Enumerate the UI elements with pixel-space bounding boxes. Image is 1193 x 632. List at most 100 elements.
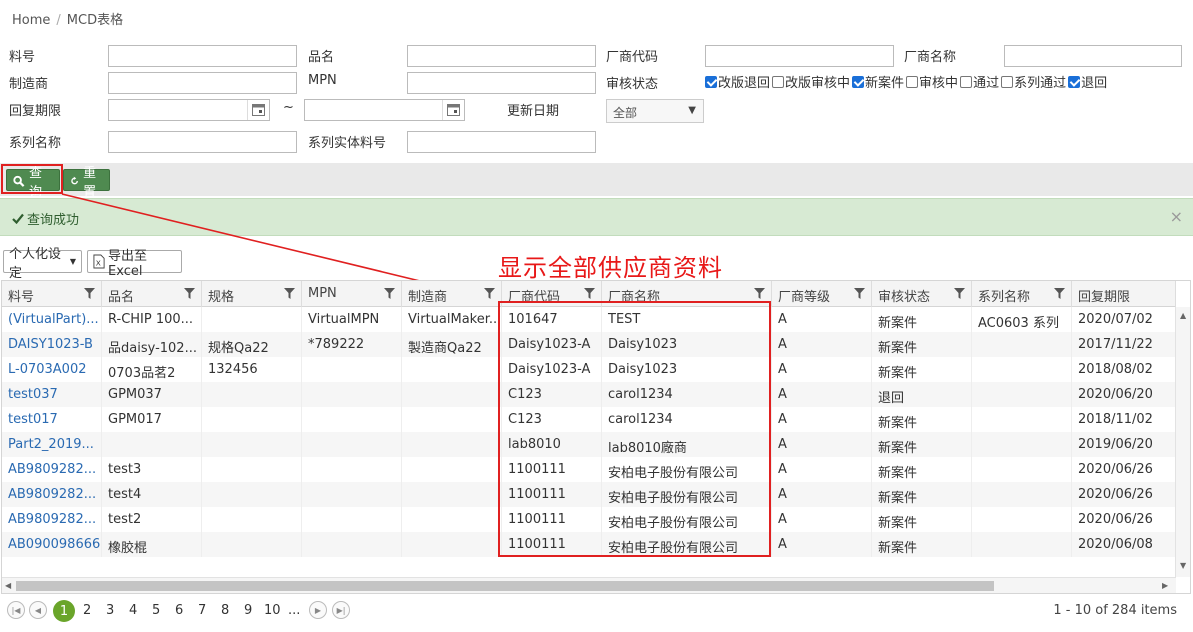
cell-product-name: 0703品茗2 [102,357,202,382]
cell-manufacturer [402,407,502,432]
cell-spec [202,457,302,482]
cell-mpn: *789222 [302,332,402,357]
cell-review-status: 新案件 [872,482,972,507]
cell-series-name [972,332,1072,357]
cell-mpn [302,407,402,432]
cell-part-no[interactable]: Part2_2019... [2,432,102,457]
filter-icon [1054,288,1065,299]
cell-mpn [302,432,402,457]
cell-spec [202,407,302,432]
cell-product-name: test3 [102,457,202,482]
cell-mpn [302,382,402,407]
page-2[interactable]: 2 [83,603,91,618]
cell-part-no[interactable]: AB9809282... [2,457,102,482]
cell-part-no[interactable]: L-0703A002 [2,357,102,382]
filter-icon [384,288,395,299]
cell-vendor-grade: A [772,357,872,382]
cell-reply-deadline: 2020/06/26 [1072,482,1176,507]
column-header-series-name[interactable]: 系列名称 [972,281,1072,307]
vertical-scrollbar[interactable]: ▲ ▼ [1175,307,1190,577]
cell-series-name: AC0603 系列 [972,307,1072,332]
scroll-down-icon[interactable]: ▼ [1180,561,1186,570]
cell-vendor-grade: A [772,332,872,357]
last-page-icon[interactable]: ▶| [332,601,350,619]
cell-manufacturer [402,482,502,507]
first-page-icon[interactable]: |◀ [7,601,25,619]
cell-mpn [302,482,402,507]
page-1[interactable]: 1 [53,600,75,622]
cell-series-name [972,507,1072,532]
page-more[interactable]: ... [288,603,300,618]
cell-part-no[interactable]: (VirtualPart)... [2,307,102,332]
page-4[interactable]: 4 [129,603,137,618]
cell-reply-deadline: 2020/06/26 [1072,457,1176,482]
cell-vendor-grade: A [772,482,872,507]
pagination: |◀ ◀ 1 2 3 4 5 6 7 8 9 10 ... ▶ ▶| 1 - 1… [0,596,1193,624]
cell-manufacturer: VirtualMaker... [402,307,502,332]
page-5[interactable]: 5 [152,603,160,618]
cell-reply-deadline: 2018/08/02 [1072,357,1176,382]
cell-reply-deadline: 2020/06/26 [1072,507,1176,532]
scroll-thumb[interactable] [16,581,994,591]
vendor-columns-highlight [498,301,771,557]
column-header-reply-deadline[interactable]: 回复期限 [1072,281,1176,307]
cell-vendor-grade: A [772,382,872,407]
cell-review-status: 新案件 [872,507,972,532]
cell-product-name: GPM037 [102,382,202,407]
column-header-part-no[interactable]: 料号 [2,281,102,307]
next-page-icon[interactable]: ▶ [309,601,327,619]
cell-series-name [972,432,1072,457]
cell-vendor-grade: A [772,507,872,532]
scroll-up-icon[interactable]: ▲ [1180,311,1186,320]
cell-spec [202,482,302,507]
cell-review-status: 新案件 [872,307,972,332]
filter-icon [284,288,295,299]
cell-spec: 132456 [202,357,302,382]
column-header-spec[interactable]: 规格 [202,281,302,307]
cell-part-no[interactable]: AB9809282... [2,482,102,507]
cell-part-no[interactable]: test037 [2,382,102,407]
cell-series-name [972,357,1072,382]
column-header-product-name[interactable]: 品名 [102,281,202,307]
cell-manufacturer [402,457,502,482]
column-header-review-status[interactable]: 审核状态 [872,281,972,307]
filter-icon [854,288,865,299]
column-header-manufacturer[interactable]: 制造商 [402,281,502,307]
cell-mpn [302,357,402,382]
filter-icon [754,288,765,299]
cell-spec [202,382,302,407]
page-9[interactable]: 9 [244,603,252,618]
column-header-vendor-grade[interactable]: 厂商等级 [772,281,872,307]
cell-part-no[interactable]: test017 [2,407,102,432]
horizontal-scrollbar[interactable]: ◀ ▶ [2,577,1176,593]
cell-mpn: VirtualMPN [302,307,402,332]
cell-reply-deadline: 2017/11/22 [1072,332,1176,357]
cell-series-name [972,407,1072,432]
cell-spec [202,432,302,457]
cell-mpn [302,532,402,557]
page-8[interactable]: 8 [221,603,229,618]
cell-review-status: 新案件 [872,532,972,557]
cell-vendor-grade: A [772,532,872,557]
cell-vendor-grade: A [772,457,872,482]
cell-series-name [972,532,1072,557]
cell-product-name: test2 [102,507,202,532]
scroll-left-icon[interactable]: ◀ [5,581,11,590]
filter-icon [84,288,95,299]
filter-icon [584,288,595,299]
cell-manufacturer [402,507,502,532]
scroll-right-icon[interactable]: ▶ [1162,581,1168,590]
page-10[interactable]: 10 [264,603,281,618]
page-7[interactable]: 7 [198,603,206,618]
filter-icon [184,288,195,299]
cell-part-no[interactable]: AB9809282... [2,507,102,532]
page-3[interactable]: 3 [106,603,114,618]
cell-part-no[interactable]: AB090098666 [2,532,102,557]
cell-vendor-grade: A [772,407,872,432]
cell-series-name [972,457,1072,482]
cell-vendor-grade: A [772,432,872,457]
cell-part-no[interactable]: DAISY1023-B [2,332,102,357]
prev-page-icon[interactable]: ◀ [29,601,47,619]
page-6[interactable]: 6 [175,603,183,618]
column-header-mpn[interactable]: MPN [302,281,402,307]
